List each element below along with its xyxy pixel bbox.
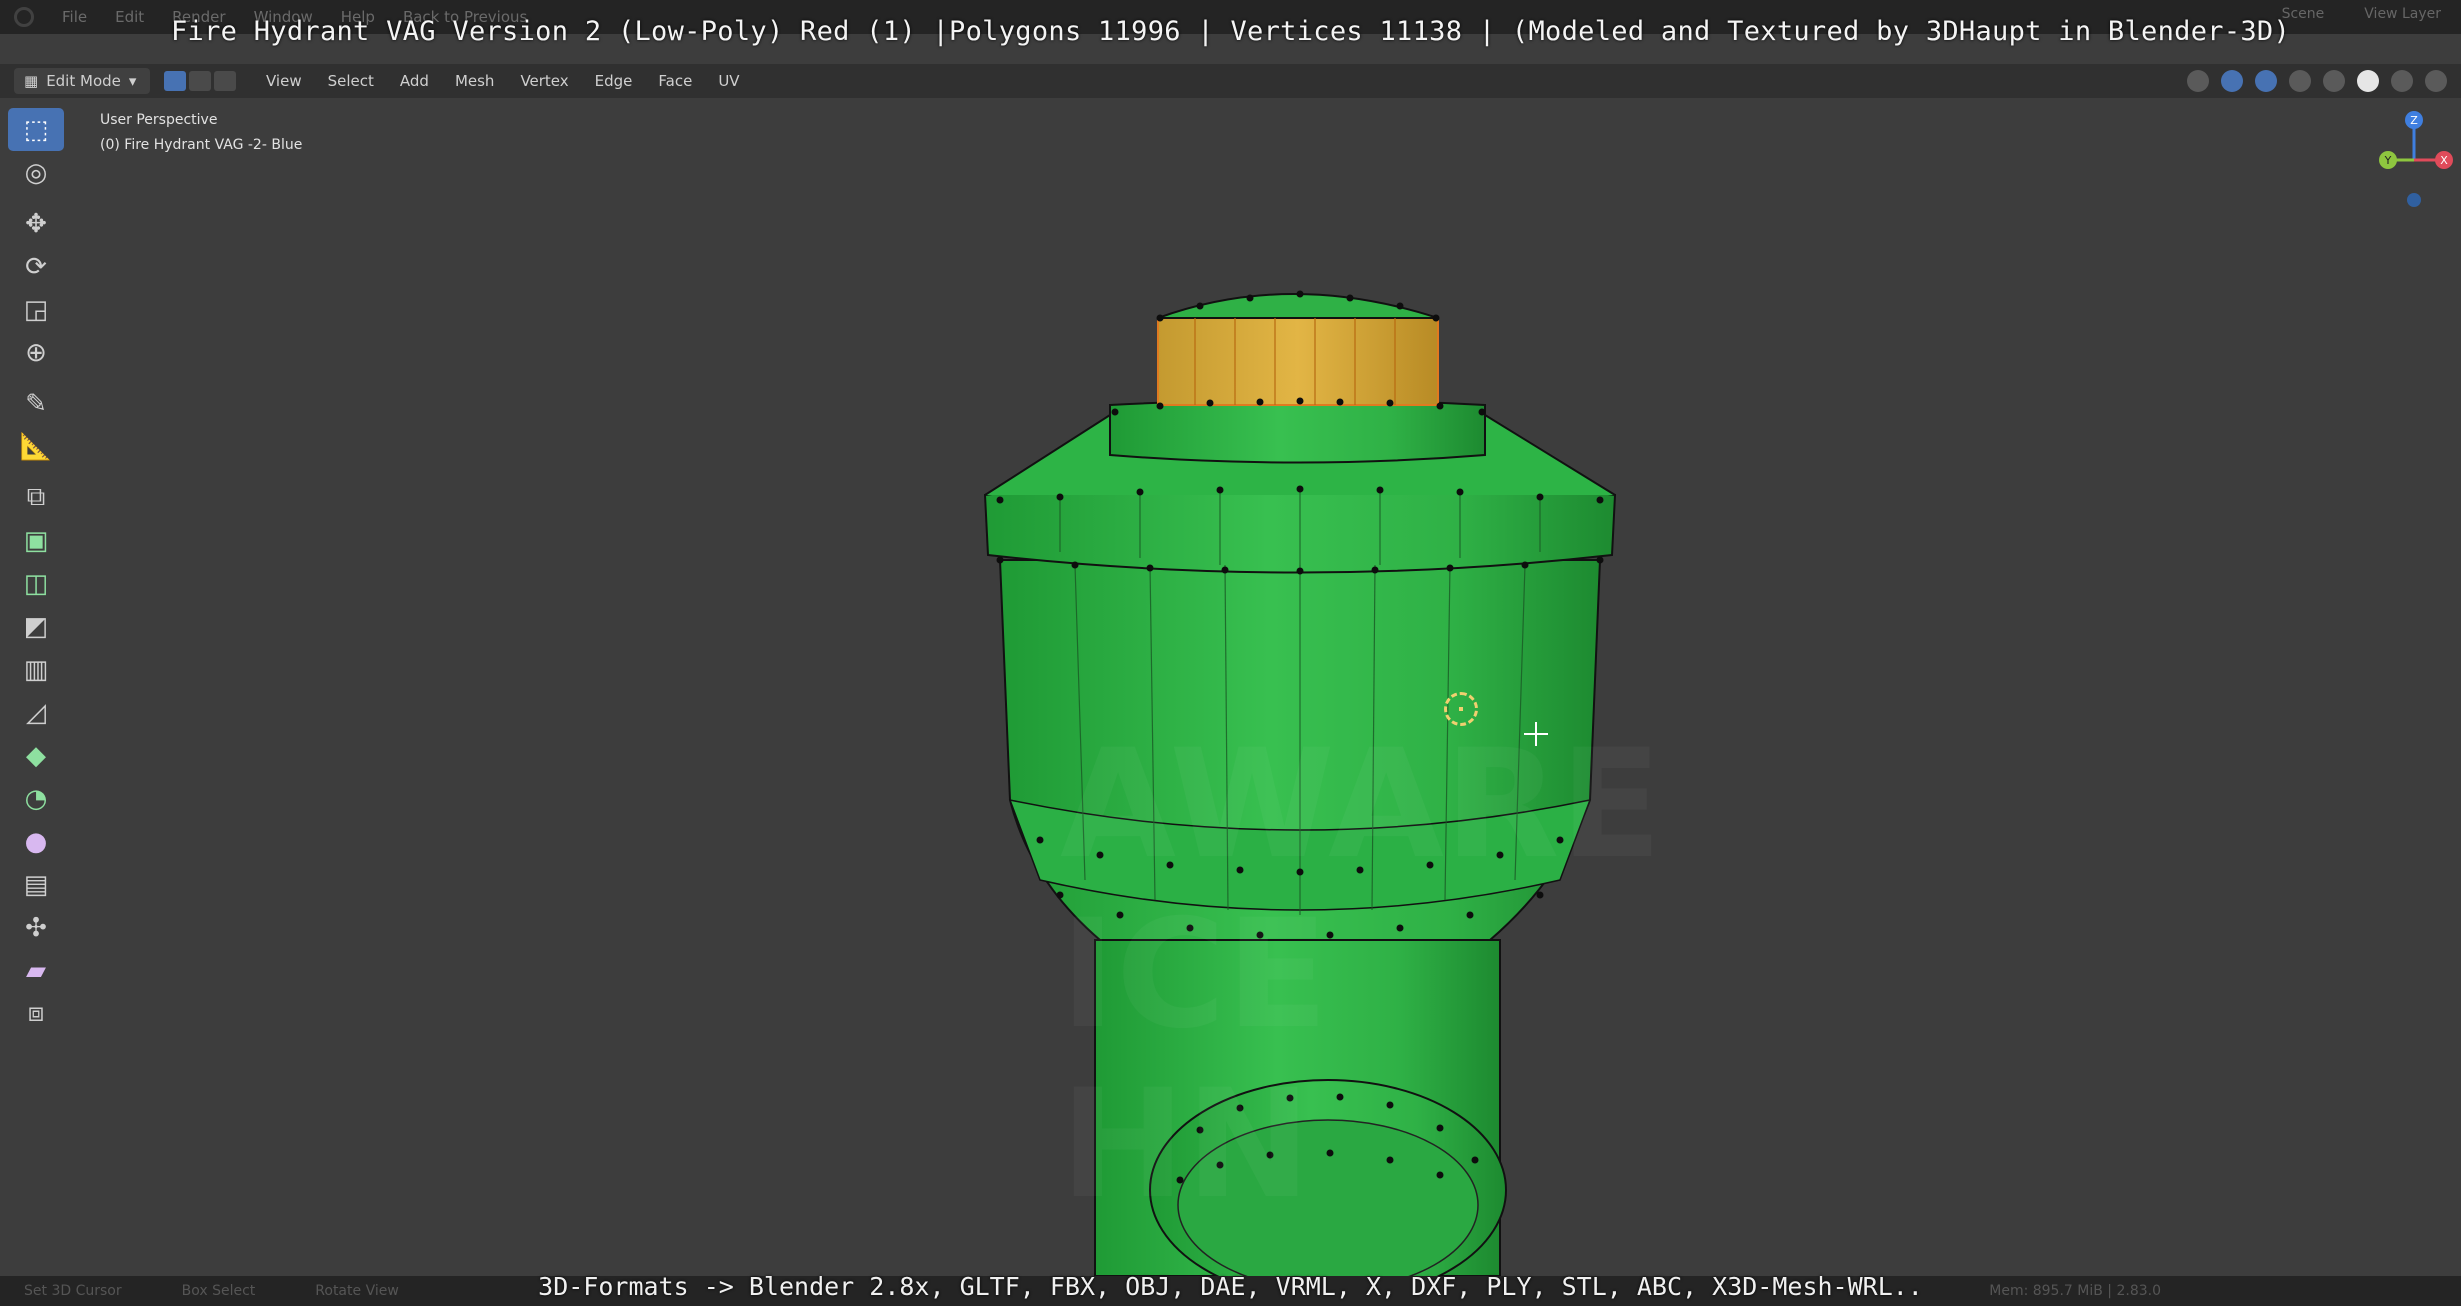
tool-shelf: ⬚ ◎ ✥ ⟳ ◲ ⊕ ✎ 📐 ⧉ ▣ ◫ ◩ ▥ ◿ ◆ ◔ ● ▤ ✣ ▰ … [8, 108, 64, 1035]
mode-label: Edit Mode [46, 72, 121, 90]
y-axis-label: Y [2384, 154, 2392, 167]
add-cube-tool-icon[interactable]: ⧉ [8, 476, 64, 519]
mode-selector[interactable]: ▦ Edit Mode ▾ [14, 68, 150, 94]
menu-edge[interactable]: Edge [595, 72, 633, 90]
menu-vertex[interactable]: Vertex [520, 72, 568, 90]
mouse-crosshair-icon [1524, 722, 1548, 746]
smooth-tool-icon[interactable]: ● [8, 820, 64, 863]
edit-mode-icon: ▦ [24, 72, 39, 90]
move-tool-icon[interactable]: ✥ [8, 202, 64, 245]
annotate-tool-icon[interactable]: ✎ [8, 382, 64, 425]
x-axis-label: X [2440, 154, 2448, 167]
solid-shading-icon[interactable] [2357, 70, 2379, 92]
scale-tool-icon[interactable]: ◲ [8, 288, 64, 331]
viewport-shading-controls [2187, 70, 2447, 92]
viewport-header: ▦ Edit Mode ▾ View Select Add Mesh Verte… [0, 64, 2461, 98]
viewport-info: User Perspective (0) Fire Hydrant VAG -2… [100, 108, 302, 158]
chevron-down-icon: ▾ [128, 72, 137, 90]
select-box-tool-icon[interactable]: ⬚ [8, 108, 64, 151]
extrude-tool-icon[interactable]: ▣ [8, 519, 64, 562]
edge-select-icon[interactable] [189, 71, 211, 91]
shear-tool-icon[interactable]: ▰ [8, 949, 64, 992]
formats-overlay: 3D-Formats -> Blender 2.8x, GLTF, FBX, O… [538, 1272, 1923, 1301]
menu-view[interactable]: View [266, 72, 302, 90]
material-shading-icon[interactable] [2391, 70, 2413, 92]
vertex-select-icon[interactable] [164, 71, 186, 91]
spin-tool-icon[interactable]: ◔ [8, 777, 64, 820]
xray-toggle-icon[interactable] [2289, 70, 2311, 92]
inset-tool-icon[interactable]: ◫ [8, 562, 64, 605]
cursor-tool-icon[interactable]: ◎ [8, 151, 64, 194]
menu-uv[interactable]: UV [718, 72, 739, 90]
navigation-gizmo[interactable]: Z Y X [2378, 110, 2454, 210]
select-mode-group [164, 71, 236, 91]
edge-slide-tool-icon[interactable]: ▤ [8, 863, 64, 906]
header-menus: View Select Add Mesh Vertex Edge Face UV [266, 72, 740, 90]
blender-window: AWAREICEHN File Edit Render Window Help … [0, 0, 2461, 1306]
visibility-icon[interactable] [2187, 70, 2209, 92]
3d-cursor-icon[interactable] [1444, 692, 1478, 726]
rip-tool-icon[interactable]: ⧈ [8, 992, 64, 1035]
loop-cut-tool-icon[interactable]: ▥ [8, 648, 64, 691]
neg-z-axis-icon[interactable] [2407, 193, 2421, 207]
shrink-fatten-tool-icon[interactable]: ✣ [8, 906, 64, 949]
knife-tool-icon[interactable]: ◿ [8, 691, 64, 734]
wireframe-shading-icon[interactable] [2323, 70, 2345, 92]
object-name-label: (0) Fire Hydrant VAG -2- Blue [100, 137, 303, 153]
gizmo-toggle-icon[interactable] [2221, 70, 2243, 92]
z-axis-label: Z [2410, 114, 2418, 127]
poly-build-tool-icon[interactable]: ◆ [8, 734, 64, 777]
menu-mesh[interactable]: Mesh [455, 72, 495, 90]
rotate-tool-icon[interactable]: ⟳ [8, 245, 64, 288]
perspective-label: User Perspective [100, 112, 218, 128]
watermark-text: AWAREICEHN [1060, 720, 1662, 1230]
measure-tool-icon[interactable]: 📐 [8, 425, 64, 468]
overlay-toggle-icon[interactable] [2255, 70, 2277, 92]
menu-select[interactable]: Select [328, 72, 374, 90]
menu-face[interactable]: Face [658, 72, 692, 90]
transform-tool-icon[interactable]: ⊕ [8, 331, 64, 374]
bevel-tool-icon[interactable]: ◩ [8, 605, 64, 648]
face-select-icon[interactable] [214, 71, 236, 91]
video-title-overlay: Fire Hydrant VAG Version 2 (Low-Poly) Re… [170, 16, 2291, 47]
rendered-shading-icon[interactable] [2425, 70, 2447, 92]
menu-add[interactable]: Add [400, 72, 429, 90]
